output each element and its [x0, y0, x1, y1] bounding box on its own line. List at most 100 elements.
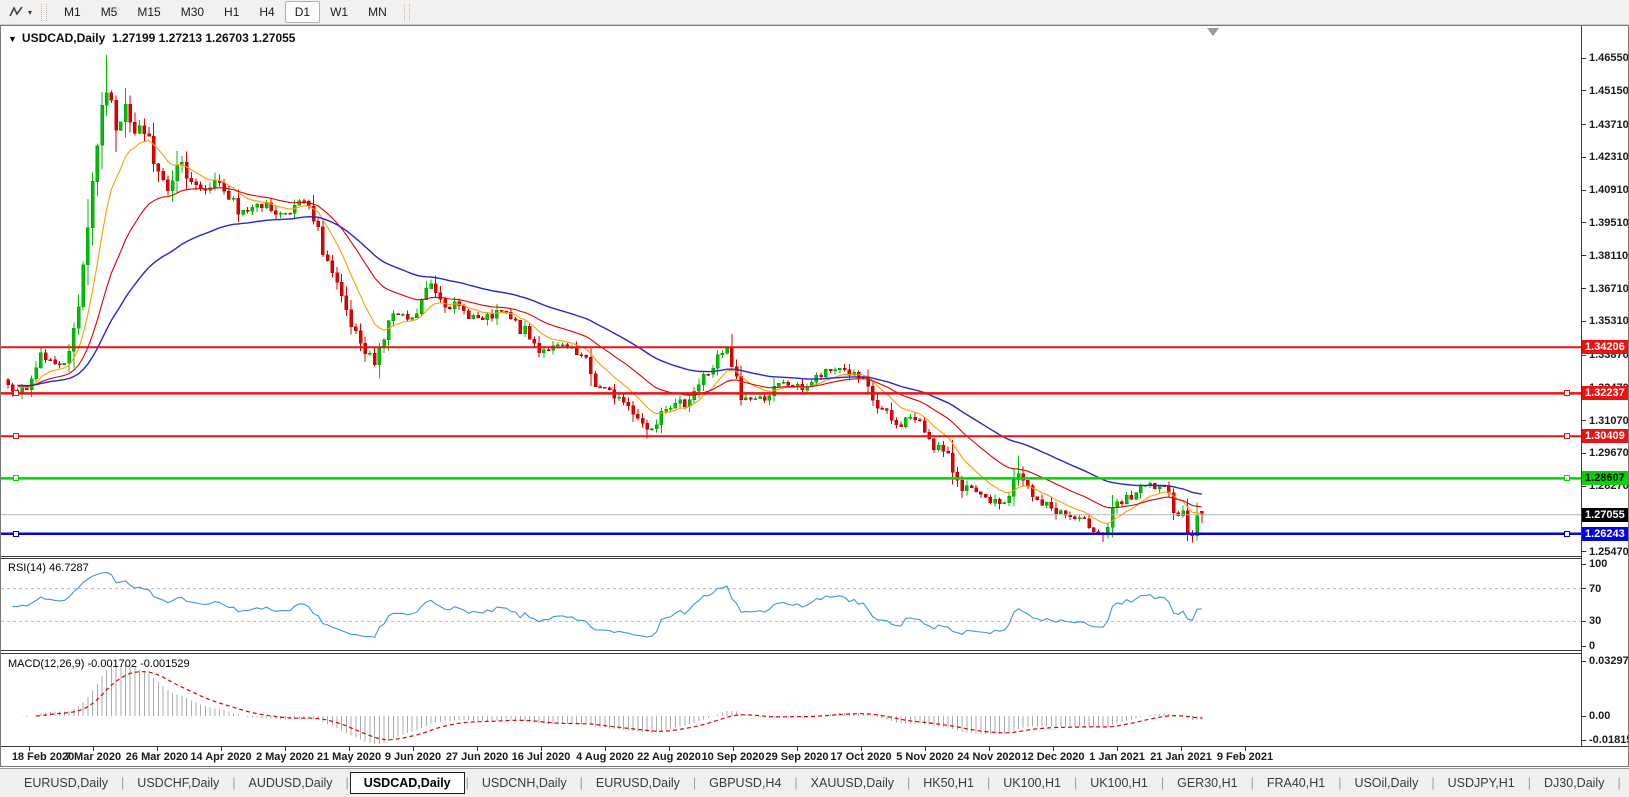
line-handle[interactable]: [13, 531, 19, 537]
tab-separator: |: [1161, 776, 1164, 790]
timeframe-toolbar: ▾ M1 M5 M15 M30 H1 H4 D1 W1 MN: [0, 0, 1629, 25]
line-handle[interactable]: [1564, 433, 1570, 439]
tab-separator: |: [1338, 776, 1341, 790]
chart-tab-fra40-h1[interactable]: FRA40,H1: [1255, 772, 1337, 794]
candles: [7, 55, 1204, 542]
chart-tab-usdcad-daily[interactable]: USDCAD,Daily: [350, 772, 465, 794]
rsi-axis-label: 0: [1589, 640, 1595, 652]
line-handle[interactable]: [1564, 531, 1570, 537]
price-axis-label: 1.46550: [1589, 52, 1629, 64]
chart-tab-hk50-h1[interactable]: HK50,H1: [911, 772, 986, 794]
price-axis-label: 1.42310: [1589, 151, 1629, 163]
ma-line-fast: [17, 141, 1201, 524]
chart-tab-dj30-daily[interactable]: DJ30,Daily: [1532, 772, 1616, 794]
price-axis-label: 1.39510: [1589, 217, 1629, 229]
line-handle[interactable]: [1564, 390, 1570, 396]
price-axis-label: 1.31070: [1589, 415, 1629, 427]
toolbar-grip[interactable]: [404, 4, 410, 21]
rsi-axis-label: 30: [1589, 615, 1601, 627]
price-axis-label: 1.25470: [1589, 546, 1629, 558]
hline-price-label[interactable]: 1.34206: [1582, 340, 1628, 354]
chart-tab-usdjpy-h1[interactable]: USDJPY,H1: [1436, 772, 1527, 794]
chart-mode-dropdown-icon[interactable]: ▾: [28, 8, 32, 17]
chart-collapse-icon[interactable]: ▼: [8, 34, 17, 44]
chart-tab-usoil-daily[interactable]: USOil,Daily: [1342, 772, 1430, 794]
panel-splitter[interactable]: [0, 650, 1581, 651]
macd-indicator-canvas[interactable]: [1, 654, 1581, 746]
chart-tab-gbpusd-h4[interactable]: GBPUSD,H4: [697, 772, 793, 794]
tab-separator: |: [987, 776, 990, 790]
rsi-name: RSI(14): [8, 562, 46, 574]
rsi-value: 46.7287: [49, 562, 89, 574]
chart-tab-xauusd-daily[interactable]: XAUUSD,Daily: [799, 772, 906, 794]
line-handle[interactable]: [13, 475, 19, 481]
chart-tab-usdchf-daily[interactable]: USDCHF,Daily: [125, 772, 231, 794]
chart-tab-ger30-h1[interactable]: GER30,H1: [1165, 772, 1249, 794]
timeframe-button-h1[interactable]: H1: [214, 1, 249, 23]
tab-separator: |: [907, 776, 910, 790]
timeframe-button-m15[interactable]: M15: [127, 1, 170, 23]
line-handle[interactable]: [1564, 475, 1570, 481]
hline-price-label[interactable]: 1.32237: [1582, 386, 1628, 400]
price-axis-label: 1.40910: [1589, 184, 1629, 196]
line-handle[interactable]: [13, 390, 19, 396]
time-axis-line: [0, 746, 1628, 747]
tab-separator: |: [466, 776, 469, 790]
chart-tab-usdcnh-daily[interactable]: USDCNH,Daily: [470, 772, 579, 794]
timeframe-button-h4[interactable]: H4: [249, 1, 284, 23]
tab-separator: |: [1528, 776, 1531, 790]
chart-tab-eurusd-daily[interactable]: EURUSD,Daily: [12, 772, 120, 794]
rsi-label: RSI(14) 46.7287: [8, 562, 89, 574]
line-handle[interactable]: [13, 433, 19, 439]
current-price-label: 1.27055: [1582, 508, 1628, 522]
panel-splitter[interactable]: [0, 556, 1581, 557]
toolbar-grip[interactable]: [41, 4, 47, 21]
macd-axis-label: -0.018154: [1589, 734, 1629, 746]
timeframe-button-m30[interactable]: M30: [171, 1, 214, 23]
macd-axis-label: 0.032972: [1589, 655, 1629, 667]
timeframe-button-m1[interactable]: M1: [54, 1, 91, 23]
macd-label: MACD(12,26,9) -0.001702 -0.001529: [8, 658, 190, 670]
tab-separator: |: [232, 776, 235, 790]
chart-tab-eurusd-daily[interactable]: EURUSD,Daily: [584, 772, 692, 794]
date-axis-label: 9 Feb 2021: [1203, 751, 1287, 763]
chart-symbol-label: USDCAD,Daily: [22, 31, 105, 45]
chart-shift-marker-icon[interactable]: [1207, 28, 1219, 36]
tab-separator: |: [1251, 776, 1254, 790]
tab-separator: |: [1431, 776, 1434, 790]
tab-separator: |: [794, 776, 797, 790]
price-axis-label: 1.36710: [1589, 283, 1629, 295]
hline-price-label[interactable]: 1.26243: [1582, 527, 1628, 541]
chart-tab-china300-h1[interactable]: CHINA300,H1: [1622, 772, 1629, 794]
rsi-indicator-canvas[interactable]: [1, 559, 1581, 650]
chart-ohlc-values: 1.27199 1.27213 1.26703 1.27055: [112, 31, 296, 45]
chart-tab-uk100-h1[interactable]: UK100,H1: [991, 772, 1073, 794]
tab-separator: |: [121, 776, 124, 790]
timeframe-button-d1[interactable]: D1: [285, 1, 320, 23]
timeframe-button-m5[interactable]: M5: [91, 1, 128, 23]
hline-price-label[interactable]: 1.28607: [1582, 471, 1628, 485]
rsi-axis-label: 100: [1589, 558, 1607, 570]
price-chart-canvas[interactable]: [1, 26, 1581, 556]
tab-separator: |: [1074, 776, 1077, 790]
price-axis-label: 1.35310: [1589, 315, 1629, 327]
rsi-line: [13, 573, 1202, 638]
chart-tab-audusd-daily[interactable]: AUDUSD,Daily: [237, 772, 345, 794]
timeframe-button-mn[interactable]: MN: [358, 1, 397, 23]
chart-title: ▼ USDCAD,Daily 1.27199 1.27213 1.26703 1.…: [8, 31, 295, 45]
panel-splitter[interactable]: [0, 653, 1581, 654]
chart-mode-icon[interactable]: [5, 3, 27, 21]
chart-tab-bar: EURUSD,Daily|USDCHF,Daily|AUDUSD,Daily|U…: [0, 768, 1629, 797]
price-axis-label: 1.45150: [1589, 85, 1629, 97]
rsi-axis-label: 70: [1589, 583, 1601, 595]
panel-splitter[interactable]: [0, 558, 1581, 559]
tab-separator: |: [1617, 776, 1620, 790]
ma-line-slow: [17, 217, 1201, 494]
price-axis-label: 1.43710: [1589, 119, 1629, 131]
macd-histogram: [22, 665, 1202, 745]
timeframe-button-w1[interactable]: W1: [320, 1, 358, 23]
hline-price-label[interactable]: 1.30409: [1582, 429, 1628, 443]
chart-tab-uk100-h1[interactable]: UK100,H1: [1078, 772, 1160, 794]
price-axis-label: 1.38110: [1589, 250, 1628, 262]
price-axis-label: 1.29670: [1589, 447, 1629, 459]
